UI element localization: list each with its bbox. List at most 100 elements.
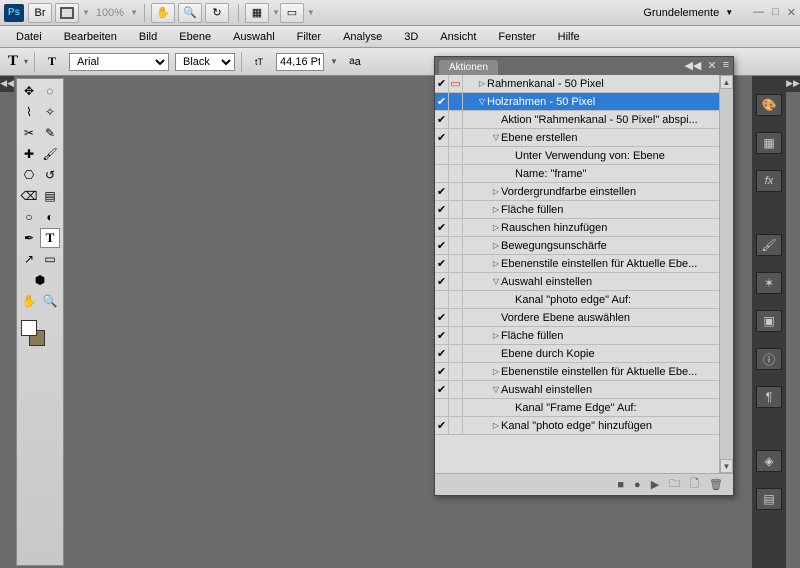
action-toggle-checkbox[interactable] (435, 291, 449, 308)
action-toggle-checkbox[interactable]: ✔ (435, 129, 449, 146)
triangle-down-icon[interactable]: ▽ (491, 133, 501, 142)
action-row[interactable]: ✔Ebene durch Kopie (435, 345, 733, 363)
action-dialog-toggle[interactable] (449, 309, 463, 326)
action-row[interactable]: Kanal "photo edge" Auf: (435, 291, 733, 309)
zoom-tool-button[interactable]: 🔍 (178, 3, 202, 23)
dropdown-caret-icon[interactable]: ▼ (330, 57, 338, 66)
action-row[interactable]: Name: "frame" (435, 165, 733, 183)
type-tool[interactable]: T (40, 228, 60, 248)
action-row[interactable]: Kanal "Frame Edge" Auf: (435, 399, 733, 417)
brushes-panel-icon[interactable]: 🖌 (756, 234, 782, 256)
close-button[interactable]: ✕ (787, 6, 796, 19)
brush-tool[interactable]: 🖌 (40, 144, 60, 164)
hand-tool-button[interactable]: ✋ (151, 3, 175, 23)
action-dialog-toggle[interactable] (449, 201, 463, 218)
font-style-select[interactable]: Black (175, 53, 235, 71)
action-toggle-checkbox[interactable]: ✔ (435, 417, 449, 434)
menu-auswahl[interactable]: Auswahl (223, 28, 285, 46)
stamp-tool[interactable]: ⎔ (19, 165, 39, 185)
screenmode-button[interactable]: ▭ (280, 3, 304, 23)
paragraph-panel-icon[interactable]: ¶ (756, 386, 782, 408)
swatches-panel-icon[interactable]: ▦ (756, 132, 782, 154)
font-family-select[interactable]: Arial (69, 53, 169, 71)
eyedropper-tool[interactable]: ✎ (40, 123, 60, 143)
action-toggle-checkbox[interactable]: ✔ (435, 237, 449, 254)
action-dialog-toggle[interactable] (449, 327, 463, 344)
type-tool-icon[interactable]: T (8, 53, 18, 70)
blur-tool[interactable]: ○ (19, 207, 39, 227)
collapse-right-button[interactable]: ▶▶ (786, 76, 800, 92)
menu-ebene[interactable]: Ebene (169, 28, 221, 46)
new-action-button[interactable]: 🗋 (690, 475, 699, 494)
zoom-level[interactable]: 100% (96, 7, 124, 19)
antialias-button[interactable]: aa (344, 52, 366, 72)
action-dialog-toggle[interactable] (449, 183, 463, 200)
triangle-right-icon[interactable]: ▷ (491, 331, 501, 340)
film-button[interactable] (55, 3, 79, 23)
bridge-button[interactable]: Br (28, 3, 52, 23)
eraser-tool[interactable]: ⌫ (19, 186, 39, 206)
arrange-button[interactable]: ▦ (245, 3, 269, 23)
panel-collapse-icon[interactable]: ◀◀ (684, 59, 701, 72)
action-toggle-checkbox[interactable]: ✔ (435, 273, 449, 290)
stop-button[interactable]: ■ (617, 479, 624, 491)
action-toggle-checkbox[interactable]: ✔ (435, 183, 449, 200)
maximize-button[interactable]: □ (772, 6, 779, 19)
action-row[interactable]: ✔▷Fläche füllen (435, 327, 733, 345)
triangle-right-icon[interactable]: ▷ (491, 241, 501, 250)
panel-close-icon[interactable]: ✕ (707, 59, 716, 72)
zoom-tool[interactable]: 🔍 (40, 291, 60, 311)
menu-ansicht[interactable]: Ansicht (430, 28, 486, 46)
marquee-tool[interactable]: ◌ (40, 81, 60, 101)
action-dialog-toggle[interactable] (449, 219, 463, 236)
shape-tool[interactable]: ▭ (40, 249, 60, 269)
action-dialog-toggle[interactable] (449, 417, 463, 434)
3d-tool[interactable]: ⬢ (19, 270, 61, 290)
action-dialog-toggle[interactable] (449, 291, 463, 308)
action-row[interactable]: ✔▽Auswahl einstellen (435, 381, 733, 399)
crop-tool[interactable]: ✂ (19, 123, 39, 143)
wand-tool[interactable]: ✧ (40, 102, 60, 122)
menu-fenster[interactable]: Fenster (488, 28, 545, 46)
new-set-button[interactable]: 🗀 (669, 475, 680, 494)
orientation-button[interactable]: T (41, 52, 63, 72)
menu-filter[interactable]: Filter (287, 28, 331, 46)
record-button[interactable]: ● (634, 479, 641, 491)
action-toggle-checkbox[interactable]: ✔ (435, 219, 449, 236)
action-toggle-checkbox[interactable]: ✔ (435, 93, 449, 110)
action-dialog-toggle[interactable] (449, 345, 463, 362)
triangle-down-icon[interactable]: ▽ (477, 97, 487, 106)
action-row[interactable]: ✔▭▷Rahmenkanal - 50 Pixel (435, 75, 733, 93)
font-size-input[interactable] (276, 53, 324, 71)
workspace-selector[interactable]: Grundelemente ▼ (633, 4, 743, 22)
styles-panel-icon[interactable]: fx (756, 170, 782, 192)
triangle-down-icon[interactable]: ▽ (491, 277, 501, 286)
menu-3d[interactable]: 3D (394, 28, 428, 46)
lasso-tool[interactable]: ⌇ (19, 102, 39, 122)
action-dialog-toggle[interactable] (449, 237, 463, 254)
pen-tool[interactable]: ✒ (19, 228, 39, 248)
action-dialog-toggle[interactable] (449, 399, 463, 416)
action-toggle-checkbox[interactable] (435, 165, 449, 182)
channels-panel-icon[interactable]: ▤ (756, 488, 782, 510)
action-toggle-checkbox[interactable]: ✔ (435, 201, 449, 218)
menu-bild[interactable]: Bild (129, 28, 167, 46)
heal-tool[interactable]: ✚ (19, 144, 39, 164)
color-panel-icon[interactable]: 🎨 (756, 94, 782, 116)
triangle-right-icon[interactable]: ▷ (491, 223, 501, 232)
action-row[interactable]: ✔Aktion "Rahmenkanal - 50 Pixel" abspi..… (435, 111, 733, 129)
actions-scrollbar[interactable]: ▲ ▼ (719, 75, 733, 473)
scroll-up-button[interactable]: ▲ (720, 75, 733, 89)
triangle-right-icon[interactable]: ▷ (491, 187, 501, 196)
action-row[interactable]: ✔▽Auswahl einstellen (435, 273, 733, 291)
panel-menu-icon[interactable]: ≡ (723, 59, 729, 72)
gradient-tool[interactable]: ▤ (40, 186, 60, 206)
dropdown-caret-icon[interactable]: ▼ (82, 8, 90, 17)
scroll-down-button[interactable]: ▼ (720, 459, 733, 473)
dropdown-caret-icon[interactable]: ▾ (24, 57, 28, 66)
action-dialog-toggle[interactable] (449, 111, 463, 128)
action-row[interactable]: ✔▷Fläche füllen (435, 201, 733, 219)
action-row[interactable]: ✔▷Kanal "photo edge" hinzufügen (435, 417, 733, 435)
action-dialog-toggle[interactable] (449, 165, 463, 182)
action-toggle-checkbox[interactable] (435, 147, 449, 164)
